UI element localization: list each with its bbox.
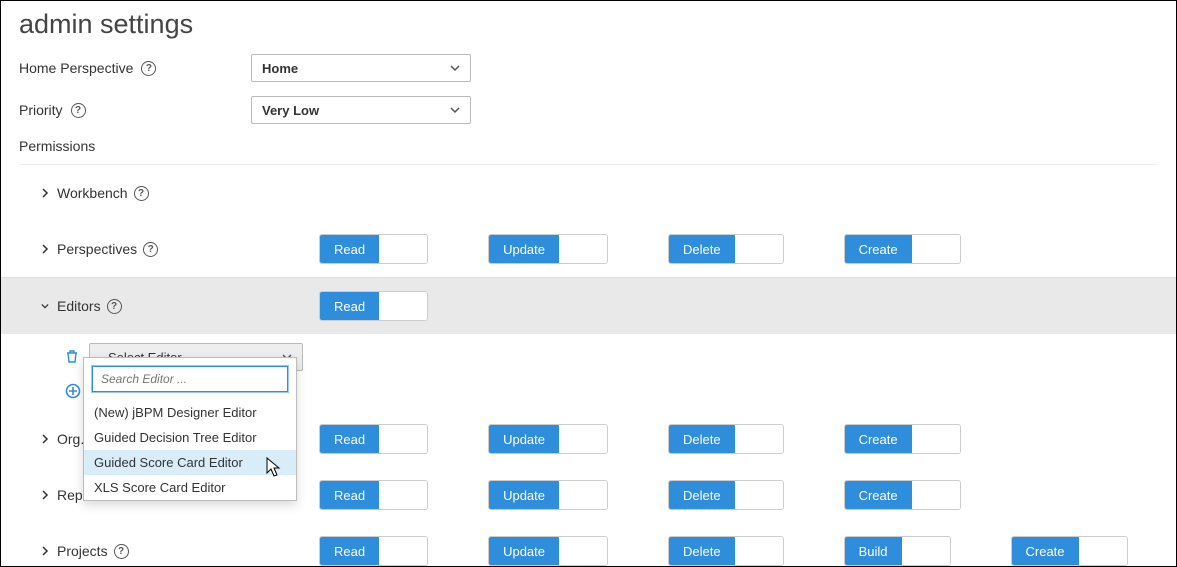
help-icon[interactable]: ? bbox=[143, 242, 158, 257]
chevron-right-icon[interactable] bbox=[41, 244, 51, 254]
help-icon[interactable]: ? bbox=[107, 299, 122, 314]
perm-row-workbench: Workbench ? bbox=[19, 165, 1158, 221]
build-toggle[interactable]: Build bbox=[844, 536, 951, 566]
trash-icon[interactable] bbox=[65, 349, 79, 366]
editor-option-list: (New) jBPM Designer Editor Guided Decisi… bbox=[84, 400, 296, 500]
editor-search-input[interactable] bbox=[92, 366, 288, 392]
add-icon[interactable] bbox=[65, 383, 81, 399]
chevron-right-icon[interactable] bbox=[41, 490, 51, 500]
priority-label: Priority bbox=[19, 102, 63, 118]
create-toggle[interactable]: Create bbox=[844, 424, 961, 454]
priority-value: Very Low bbox=[262, 103, 319, 118]
editor-option[interactable]: XLS Score Card Editor bbox=[84, 475, 296, 500]
home-perspective-select[interactable]: Home bbox=[251, 54, 471, 82]
delete-toggle[interactable]: Delete bbox=[668, 424, 784, 454]
editor-option[interactable]: Guided Decision Tree Editor bbox=[84, 425, 296, 450]
cursor-icon bbox=[266, 457, 282, 482]
update-toggle[interactable]: Update bbox=[488, 480, 608, 510]
create-toggle[interactable]: Create bbox=[844, 480, 961, 510]
help-icon[interactable]: ? bbox=[114, 544, 129, 559]
chevron-right-icon[interactable] bbox=[41, 434, 51, 444]
delete-toggle[interactable]: Delete bbox=[668, 480, 784, 510]
perm-label[interactable]: Workbench bbox=[57, 185, 128, 201]
delete-toggle[interactable]: Delete bbox=[668, 234, 784, 264]
chevron-down-icon[interactable] bbox=[41, 301, 51, 311]
editor-dropdown-panel: (New) jBPM Designer Editor Guided Decisi… bbox=[83, 357, 297, 501]
help-icon[interactable]: ? bbox=[141, 61, 156, 76]
perm-label[interactable]: Projects bbox=[57, 543, 108, 559]
chevron-down-icon bbox=[450, 103, 460, 118]
create-toggle[interactable]: Create bbox=[1011, 536, 1128, 566]
editor-option[interactable]: Guided Score Card Editor bbox=[84, 450, 296, 475]
read-toggle[interactable]: Read bbox=[319, 536, 428, 566]
perm-label[interactable]: Perspectives bbox=[57, 241, 137, 257]
update-toggle[interactable]: Update bbox=[488, 424, 608, 454]
chevron-down-icon bbox=[450, 61, 460, 76]
home-perspective-value: Home bbox=[262, 61, 298, 76]
permissions-heading: Permissions bbox=[19, 138, 1158, 154]
read-toggle[interactable]: Read bbox=[319, 291, 428, 321]
home-perspective-row: Home Perspective ? Home bbox=[19, 54, 1158, 82]
editor-option[interactable]: (New) jBPM Designer Editor bbox=[84, 400, 296, 425]
chevron-right-icon[interactable] bbox=[41, 546, 51, 556]
perm-row-editors: Editors ? Read bbox=[1, 277, 1176, 335]
read-toggle[interactable]: Read bbox=[319, 234, 428, 264]
create-toggle[interactable]: Create bbox=[844, 234, 961, 264]
perm-label[interactable]: Editors bbox=[57, 298, 101, 314]
priority-select[interactable]: Very Low bbox=[251, 96, 471, 124]
perm-row-projects: Projects ? Read Update Delete Build Crea… bbox=[19, 523, 1158, 567]
read-toggle[interactable]: Read bbox=[319, 480, 428, 510]
home-perspective-label: Home Perspective bbox=[19, 60, 133, 76]
update-toggle[interactable]: Update bbox=[488, 234, 608, 264]
update-toggle[interactable]: Update bbox=[488, 536, 608, 566]
read-toggle[interactable]: Read bbox=[319, 424, 428, 454]
priority-row: Priority ? Very Low bbox=[19, 96, 1158, 124]
delete-toggle[interactable]: Delete bbox=[668, 536, 784, 566]
help-icon[interactable]: ? bbox=[71, 103, 86, 118]
help-icon[interactable]: ? bbox=[134, 186, 149, 201]
chevron-right-icon[interactable] bbox=[41, 188, 51, 198]
perm-row-perspectives: Perspectives ? Read Update Delete Create bbox=[19, 221, 1158, 277]
page-title: admin settings bbox=[19, 9, 1158, 40]
